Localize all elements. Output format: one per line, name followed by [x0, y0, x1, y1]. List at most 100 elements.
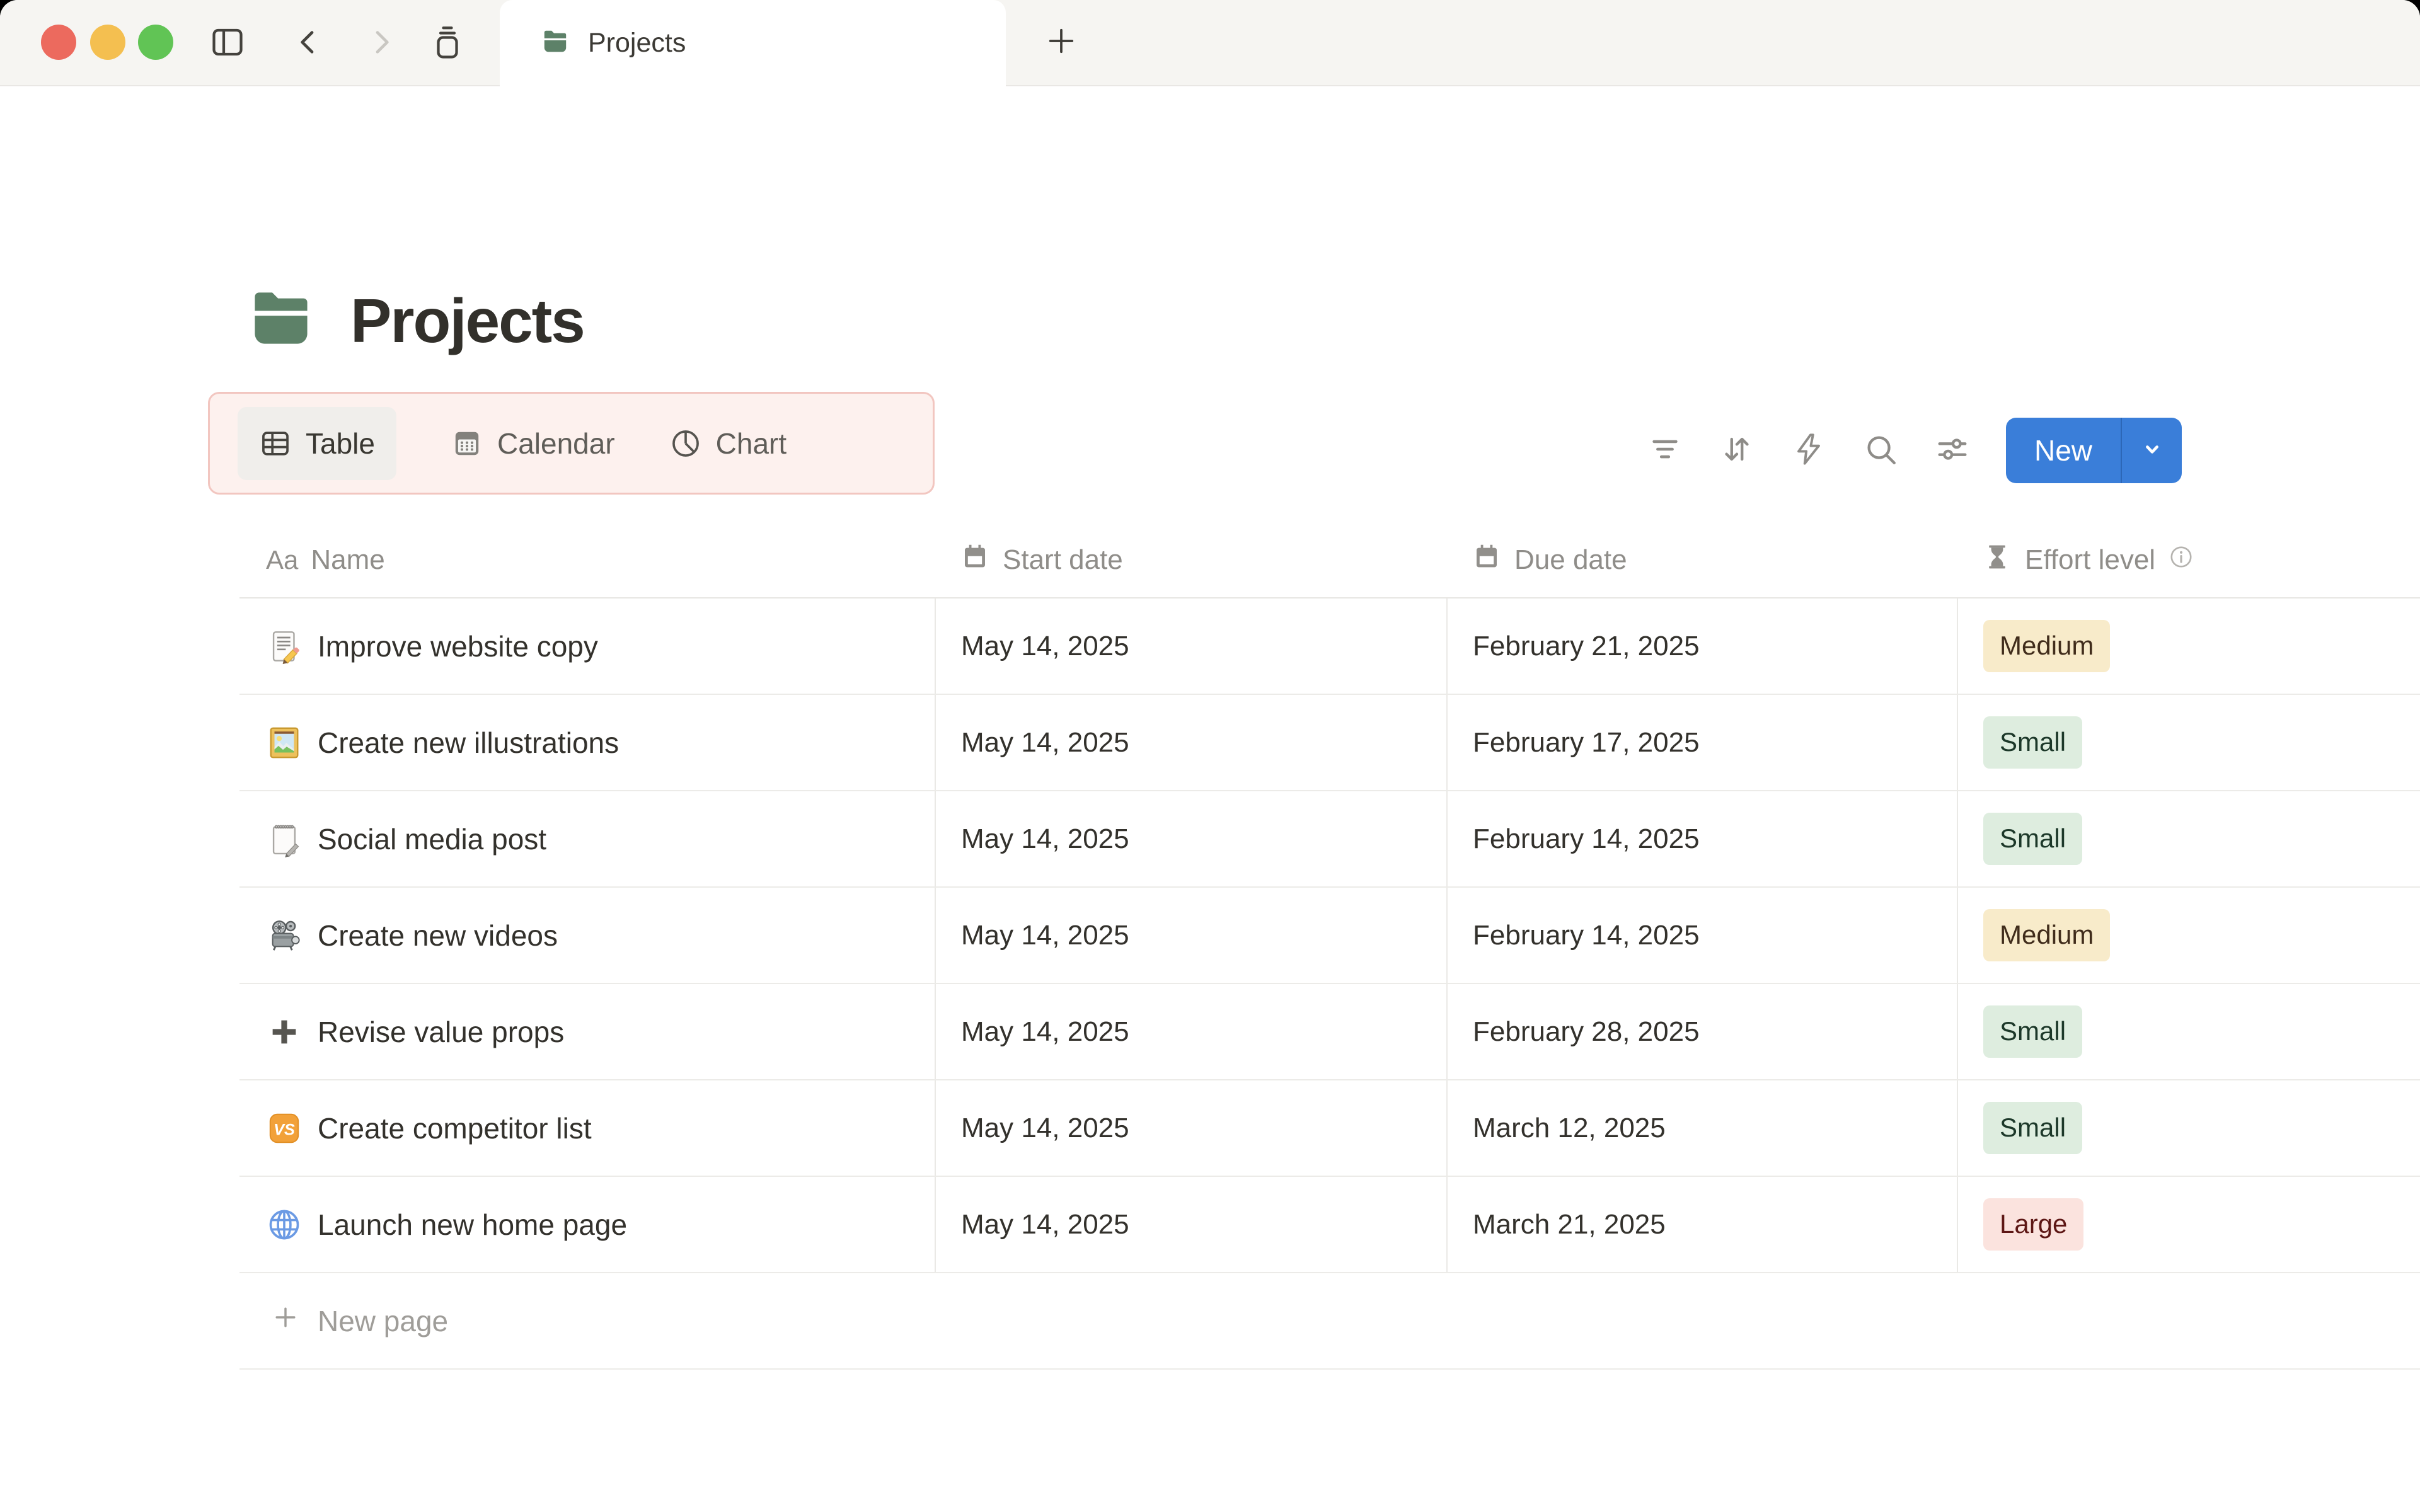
search-icon: [1862, 431, 1899, 471]
automations-button[interactable]: [1790, 432, 1827, 469]
cell-start-date[interactable]: May 14, 2025: [935, 791, 1446, 886]
projector-icon: [266, 917, 302, 954]
folder-icon: [540, 26, 570, 60]
picture-icon: [266, 724, 302, 761]
cell-due-date[interactable]: February 28, 2025: [1446, 984, 1957, 1079]
database-table: Aa Name Start date Due date Effort level…: [239, 523, 2420, 1370]
cell-effort-level[interactable]: Large: [1957, 1177, 2420, 1272]
start-date-value: May 14, 2025: [961, 823, 1129, 854]
cell-due-date[interactable]: February 14, 2025: [1446, 888, 1957, 983]
page-name[interactable]: Launch new home page: [318, 1208, 627, 1242]
forward-button[interactable]: [361, 22, 401, 62]
traffic-light-minimize-button[interactable]: [90, 25, 125, 60]
start-date-value: May 14, 2025: [961, 919, 1129, 951]
cell-name[interactable]: Launch new home page: [239, 1177, 935, 1272]
cell-due-date[interactable]: February 14, 2025: [1446, 791, 1957, 886]
cell-start-date[interactable]: May 14, 2025: [935, 1177, 1446, 1272]
hourglass-icon: [1982, 542, 2012, 579]
page-name[interactable]: Revise value props: [318, 1015, 564, 1049]
page-title[interactable]: Projects: [350, 290, 585, 352]
plus-icon: [271, 1303, 300, 1339]
cell-due-date[interactable]: February 17, 2025: [1446, 695, 1957, 790]
cell-due-date[interactable]: March 21, 2025: [1446, 1177, 1957, 1272]
tab-calendar-view[interactable]: Calendar: [451, 407, 615, 480]
page-name[interactable]: Improve website copy: [318, 629, 598, 663]
cell-name[interactable]: Social media post: [239, 791, 935, 886]
new-button-dropdown[interactable]: [2122, 418, 2182, 483]
column-header-due-date[interactable]: Due date: [1446, 542, 1957, 579]
cell-effort-level[interactable]: Small: [1957, 695, 2420, 790]
filter-button[interactable]: [1647, 432, 1683, 469]
cell-start-date[interactable]: May 14, 2025: [935, 1080, 1446, 1176]
cell-effort-level[interactable]: Medium: [1957, 598, 2420, 694]
page-name[interactable]: Create new illustrations: [318, 726, 619, 760]
new-page-button[interactable]: New page: [239, 1273, 2420, 1370]
view-settings-button[interactable]: [1934, 432, 1971, 469]
new-split-button: New: [2006, 418, 2182, 483]
tabs-menu-button[interactable]: [427, 22, 468, 62]
cell-start-date[interactable]: May 14, 2025: [935, 984, 1446, 1079]
column-header-effort-level[interactable]: Effort level: [1957, 542, 2420, 579]
app-window: Projects Projects Table Calendar Chart N…: [0, 0, 2420, 1512]
page-name[interactable]: Create new videos: [318, 919, 558, 953]
table-row[interactable]: Create new videos May 14, 2025 February 14…: [239, 888, 2420, 984]
cell-name[interactable]: Improve website copy: [239, 598, 935, 694]
cell-start-date[interactable]: May 14, 2025: [935, 695, 1446, 790]
due-date-value: February 14, 2025: [1473, 919, 1700, 951]
table-row[interactable]: Social media post May 14, 2025 February 14…: [239, 791, 2420, 888]
search-button[interactable]: [1862, 432, 1899, 469]
cell-name[interactable]: VS Create competitor list: [239, 1080, 935, 1176]
column-header-name[interactable]: Aa Name: [239, 544, 935, 576]
start-date-value: May 14, 2025: [961, 726, 1129, 758]
table-row[interactable]: Revise value props May 14, 2025 February 2…: [239, 984, 2420, 1080]
effort-pill: Small: [1983, 813, 2083, 865]
view-tabs-highlight-box: Table Calendar Chart: [208, 392, 935, 495]
back-button[interactable]: [288, 22, 328, 62]
cell-effort-level[interactable]: Small: [1957, 984, 2420, 1079]
cell-due-date[interactable]: March 12, 2025: [1446, 1080, 1957, 1176]
cell-start-date[interactable]: May 14, 2025: [935, 598, 1446, 694]
column-header-start-date[interactable]: Start date: [935, 542, 1446, 579]
cell-name[interactable]: Create new illustrations: [239, 695, 935, 790]
table-row[interactable]: VS Create competitor list May 14, 2025 Marc…: [239, 1080, 2420, 1177]
start-date-value: May 14, 2025: [961, 630, 1129, 662]
database-toolbar: New: [1647, 418, 2182, 483]
cell-effort-level[interactable]: Small: [1957, 791, 2420, 886]
cell-name[interactable]: Revise value props: [239, 984, 935, 1079]
cell-start-date[interactable]: May 14, 2025: [935, 888, 1446, 983]
cell-effort-level[interactable]: Medium: [1957, 888, 2420, 983]
info-icon[interactable]: [2168, 544, 2194, 577]
tab-table-view[interactable]: Table: [238, 406, 396, 480]
folder-icon[interactable]: [245, 282, 318, 358]
cell-due-date[interactable]: February 21, 2025: [1446, 598, 1957, 694]
sliders-icon: [1934, 431, 1971, 471]
calendar-icon: [1472, 542, 1502, 579]
view-tab-label: Table: [306, 427, 375, 460]
start-date-value: May 14, 2025: [961, 1208, 1129, 1240]
due-date-value: March 12, 2025: [1473, 1112, 1666, 1143]
tab-chart-view[interactable]: Chart: [669, 407, 786, 480]
chevron-left-icon: [291, 25, 326, 60]
page-name[interactable]: Create competitor list: [318, 1111, 592, 1145]
table-row[interactable]: Create new illustrations May 14, 2025 Febr…: [239, 695, 2420, 791]
due-date-value: March 21, 2025: [1473, 1208, 1666, 1240]
new-tab-button[interactable]: [1041, 22, 1081, 62]
cell-name[interactable]: Create new videos: [239, 888, 935, 983]
page-name[interactable]: Social media post: [318, 822, 546, 856]
sidebar-toggle-button[interactable]: [207, 22, 248, 62]
table-row[interactable]: Launch new home page May 14, 2025 March 21…: [239, 1177, 2420, 1273]
table-row[interactable]: Improve website copy May 14, 2025 February…: [239, 598, 2420, 695]
cell-effort-level[interactable]: Small: [1957, 1080, 2420, 1176]
traffic-light-zoom-button[interactable]: [138, 25, 173, 60]
sort-button[interactable]: [1719, 432, 1755, 469]
chevron-right-icon: [364, 25, 399, 60]
tab-projects[interactable]: Projects: [500, 0, 1006, 86]
chevron-down-icon: [2137, 434, 2167, 467]
effort-pill: Small: [1983, 716, 2083, 769]
new-button[interactable]: New: [2006, 418, 2121, 483]
due-date-value: February 28, 2025: [1473, 1016, 1700, 1047]
column-label: Start date: [1003, 544, 1123, 575]
window-titlebar: Projects: [0, 0, 2420, 86]
filter-icon: [1647, 431, 1683, 471]
traffic-light-close-button[interactable]: [41, 25, 76, 60]
